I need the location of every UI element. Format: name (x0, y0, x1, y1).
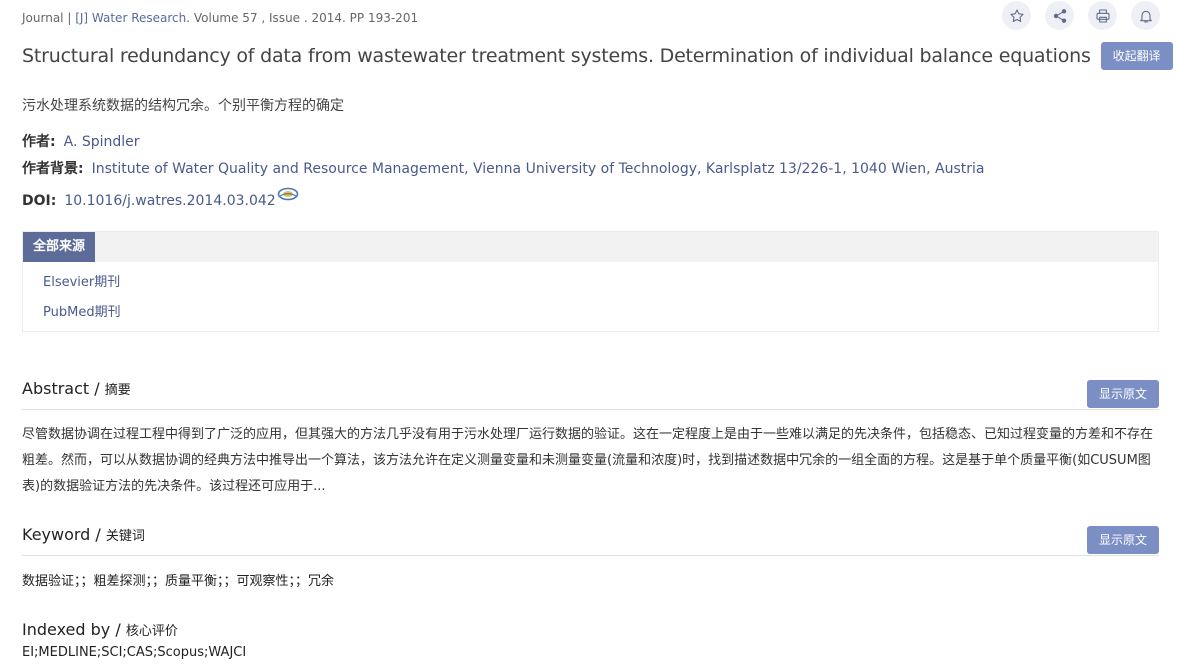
indexed-heading-cn: 核心评价 (125, 624, 178, 639)
favorite-button[interactable] (1002, 1, 1031, 30)
doi-link[interactable]: 10.1016/j.watres.2014.03.042 (64, 193, 275, 209)
sources-header: 全部来源 (23, 232, 1158, 262)
journal-details: . Volume 57 , Issue . 2014. PP 193-201 (186, 11, 419, 25)
source-item-elsevier[interactable]: Elsevier期刊 (43, 271, 1138, 301)
author-link[interactable]: A. Spindler (64, 134, 140, 150)
abstract-heading-en: Abstract / (22, 379, 105, 398)
keyword-heading-cn: 关键词 (105, 529, 145, 544)
print-icon (1095, 8, 1110, 23)
star-icon (1009, 8, 1024, 22)
doi-label: DOI: (22, 193, 57, 209)
doi-row: DOI: 10.1016/j.watres.2014.03.042 (22, 187, 299, 209)
source-item-pubmed[interactable]: PubMed期刊 (43, 301, 1138, 331)
affiliation-label: 作者背景: (22, 161, 84, 177)
bell-icon (1139, 10, 1152, 23)
indexed-list: EI;MEDLINE;SCI;CAS;Scopus;WAJCI (22, 645, 247, 660)
journal-prefix: Journal | (22, 11, 76, 25)
indexed-heading-en: Indexed by / (22, 620, 126, 639)
sources-panel: 全部来源 Elsevier期刊 PubMed期刊 (22, 231, 1159, 332)
keyword-header: Keyword / 关键词 显示原文 (22, 525, 1159, 556)
doi-resolver-icon[interactable] (277, 187, 299, 201)
share-icon (1053, 8, 1066, 23)
collapse-translation-button[interactable]: 收起翻译 (1100, 42, 1173, 70)
abstract-heading-cn: 摘要 (104, 383, 131, 398)
abstract-header: Abstract / 摘要 显示原文 (22, 379, 1159, 410)
print-button[interactable] (1088, 1, 1117, 30)
abstract-text: 尽管数据协调在过程工程中得到了广泛的应用，但其强大的方法几乎没有用于污水处理厂运… (22, 427, 1154, 494)
indexed-header: Indexed by / 核心评价 (22, 620, 178, 639)
journal-link[interactable]: [J] Water Research (75, 11, 186, 25)
share-button[interactable] (1045, 1, 1074, 30)
title-row: Structural redundancy of data from waste… (22, 42, 1173, 70)
author-row: 作者: A. Spindler (22, 131, 140, 151)
sources-list: Elsevier期刊 PubMed期刊 (23, 262, 1158, 331)
action-toolbar (1002, 1, 1160, 30)
abstract-show-original-button[interactable]: 显示原文 (1086, 380, 1159, 408)
author-label: 作者: (22, 134, 56, 150)
tab-all-sources[interactable]: 全部来源 (23, 232, 96, 262)
affiliation-row: 作者背景: Institute of Water Quality and Reso… (22, 158, 984, 178)
affiliation-link[interactable]: Institute of Water Quality and Resource … (92, 161, 985, 177)
keyword-show-original-button[interactable]: 显示原文 (1086, 526, 1159, 554)
keyword-heading-en: Keyword / (22, 525, 106, 544)
journal-citation: Journal | [J] Water Research. Volume 57 … (22, 11, 418, 25)
translated-title: 污水处理系统数据的结构冗余。个别平衡方程的确定 (22, 98, 344, 114)
article-title: Structural redundancy of data from waste… (22, 45, 1091, 67)
keyword-list: 数据验证；；粗差探测；；质量平衡；；可观察性；；冗余 (22, 574, 335, 589)
notify-button[interactable] (1131, 1, 1160, 30)
